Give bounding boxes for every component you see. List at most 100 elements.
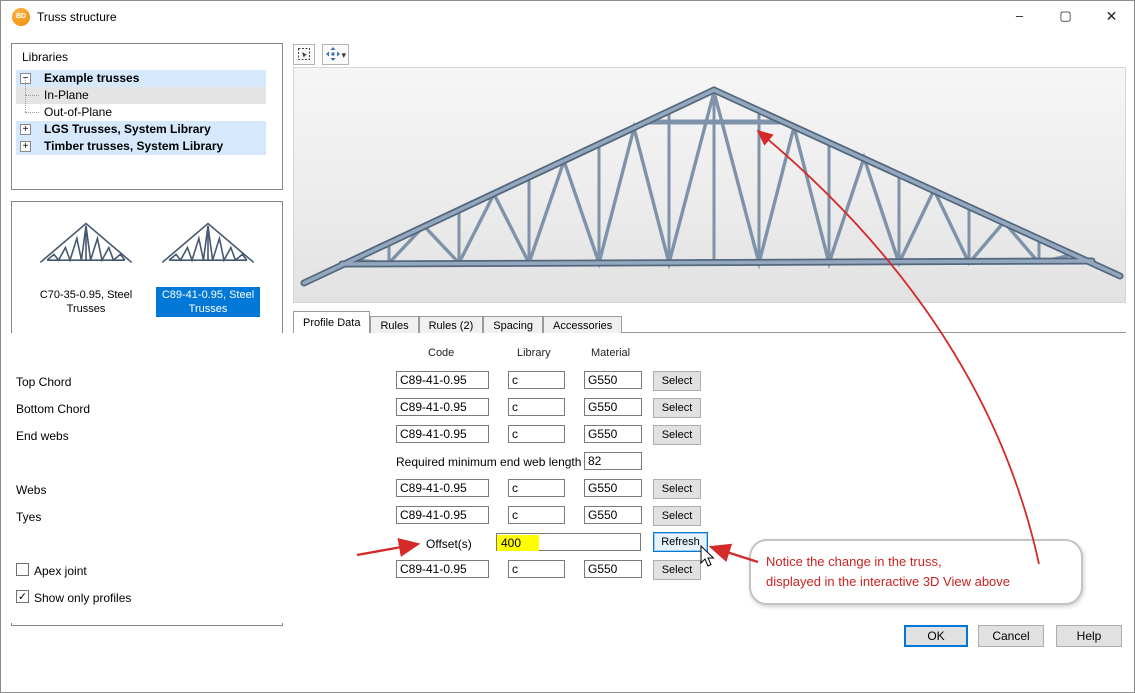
top-chord-select-button[interactable]: Select	[653, 371, 701, 391]
libraries-panel: Libraries − Example trusses In-Plane Out…	[11, 43, 283, 190]
end-webs-material-input[interactable]	[584, 425, 642, 443]
close-icon[interactable]: ✕	[1089, 1, 1134, 31]
apex-material-input[interactable]	[584, 560, 642, 578]
bottom-chord-library-input[interactable]	[508, 398, 565, 416]
truss-thumbnail-icon	[38, 212, 134, 274]
row-label: Tyes	[16, 510, 41, 524]
row-bottom-chord: Bottom Chord Select	[1, 398, 1135, 420]
tree-item-label: Example trusses	[44, 71, 139, 85]
callout-line1: Notice the change in the truss,	[766, 552, 1010, 572]
bottom-chord-material-input[interactable]	[584, 398, 642, 416]
3d-view[interactable]	[293, 67, 1126, 303]
bottom-chord-select-button[interactable]: Select	[653, 398, 701, 418]
tyes-code-input[interactable]	[396, 506, 489, 524]
catalog-item-label-selected: C89-41-0.95, Steel Trusses	[156, 287, 260, 317]
callout-text: Notice the change in the truss, displaye…	[766, 552, 1010, 592]
tree-item-in-plane[interactable]: In-Plane	[16, 87, 266, 104]
cancel-button[interactable]: Cancel	[978, 625, 1044, 647]
truss-thumbnail-icon	[160, 212, 256, 274]
offset-value-highlighted: 400	[497, 535, 539, 551]
expand-icon[interactable]: +	[20, 124, 31, 135]
bottom-chord-code-input[interactable]	[396, 398, 489, 416]
column-header-code: Code	[428, 347, 454, 359]
minimize-icon[interactable]: –	[997, 1, 1042, 31]
tyes-library-input[interactable]	[508, 506, 565, 524]
apex-code-input[interactable]	[396, 560, 489, 578]
tree-connector	[25, 78, 26, 95]
min-end-web-label: Required minimum end web length	[396, 455, 581, 469]
tabstrip: Profile DataRulesRules (2)SpacingAccesso…	[293, 311, 1126, 333]
row-label: Top Chord	[16, 375, 71, 389]
offset-input[interactable]: 400	[496, 533, 641, 551]
refresh-button[interactable]: Refresh	[653, 532, 708, 552]
tree-connector	[25, 112, 39, 113]
top-chord-material-input[interactable]	[584, 371, 642, 389]
tab-accessories[interactable]: Accessories	[543, 316, 622, 334]
tab-rules[interactable]: Rules	[370, 316, 418, 334]
apex-joint-checkbox[interactable]	[16, 563, 29, 576]
top-chord-library-input[interactable]	[508, 371, 565, 389]
tab-rules-2[interactable]: Rules (2)	[419, 316, 484, 334]
expand-icon[interactable]: +	[20, 141, 31, 152]
row-end-webs: End webs Select	[1, 425, 1135, 447]
end-webs-select-button[interactable]: Select	[653, 425, 701, 445]
top-chord-code-input[interactable]	[396, 371, 489, 389]
row-webs: Webs Select	[1, 479, 1135, 501]
row-tyes: Tyes Select	[1, 506, 1135, 528]
end-webs-library-input[interactable]	[508, 425, 565, 443]
ok-button[interactable]: OK	[904, 625, 968, 647]
callout-line2: displayed in the interactive 3D View abo…	[766, 572, 1010, 592]
titlebar: BD Truss structure – ▢ ✕	[1, 1, 1134, 33]
chevron-down-icon[interactable]: ▾	[341, 50, 346, 60]
tree-item-label: Timber trusses, System Library	[44, 139, 223, 153]
select-frame-button[interactable]	[293, 44, 315, 65]
row-min-end-web: Required minimum end web length	[1, 452, 1135, 474]
column-header-material: Material	[591, 347, 630, 359]
column-header-library: Library	[517, 347, 551, 359]
truss-structure-dialog: BD Truss structure – ▢ ✕ Libraries − Exa…	[0, 0, 1135, 693]
tree-item-label: LGS Trusses, System Library	[44, 122, 211, 136]
tree-item-lgs-trusses[interactable]: + LGS Trusses, System Library	[16, 121, 266, 138]
tab-spacing[interactable]: Spacing	[483, 316, 543, 334]
maximize-icon[interactable]: ▢	[1043, 1, 1088, 31]
apex-library-input[interactable]	[508, 560, 565, 578]
catalog-item-c89-selected[interactable]: C89-41-0.95, Steel Trusses	[148, 208, 268, 317]
viewer-toolbar: ▾	[293, 44, 352, 66]
window-title: Truss structure	[37, 10, 117, 24]
tree-item-label: In-Plane	[44, 88, 89, 102]
end-webs-code-input[interactable]	[396, 425, 489, 443]
tree-item-label: Out-of-Plane	[44, 105, 112, 119]
truss-3d-model	[294, 68, 1127, 304]
webs-code-input[interactable]	[396, 479, 489, 497]
catalog-item-label: C70-35-0.95, Steel Trusses	[34, 287, 138, 317]
tree-item-example-trusses[interactable]: − Example trusses	[16, 70, 266, 87]
tyes-select-button[interactable]: Select	[653, 506, 701, 526]
row-label: Webs	[16, 483, 46, 497]
fit-view-button[interactable]: ▾	[322, 44, 349, 65]
tree-item-out-of-plane[interactable]: Out-of-Plane	[16, 104, 266, 121]
catalog-item-c70[interactable]: C70-35-0.95, Steel Trusses	[26, 208, 146, 317]
show-only-profiles-checkbox[interactable]: ✓	[16, 590, 29, 603]
webs-material-input[interactable]	[584, 479, 642, 497]
fit-view-icon	[325, 46, 341, 62]
select-frame-icon	[296, 46, 312, 62]
apex-select-button[interactable]: Select	[653, 560, 701, 580]
row-label: End webs	[16, 429, 69, 443]
libraries-tree: − Example trusses In-Plane Out-of-Plane …	[16, 70, 266, 155]
tyes-material-input[interactable]	[584, 506, 642, 524]
row-label: Bottom Chord	[16, 402, 90, 416]
check-icon: ✓	[18, 591, 27, 603]
help-button[interactable]: Help	[1056, 625, 1122, 647]
tree-item-timber-trusses[interactable]: + Timber trusses, System Library	[16, 138, 266, 155]
webs-select-button[interactable]: Select	[653, 479, 701, 499]
min-end-web-input[interactable]	[584, 452, 642, 470]
row-top-chord: Top Chord Select	[1, 371, 1135, 393]
webs-library-input[interactable]	[508, 479, 565, 497]
tree-connector	[25, 95, 39, 96]
annotation-callout: Notice the change in the truss, displaye…	[749, 539, 1083, 605]
libraries-label: Libraries	[22, 50, 68, 64]
show-only-profiles-label: Show only profiles	[34, 591, 131, 605]
tab-profile-data[interactable]: Profile Data	[293, 311, 370, 333]
apex-joint-label: Apex joint	[34, 564, 87, 578]
tree-connector	[25, 95, 26, 112]
